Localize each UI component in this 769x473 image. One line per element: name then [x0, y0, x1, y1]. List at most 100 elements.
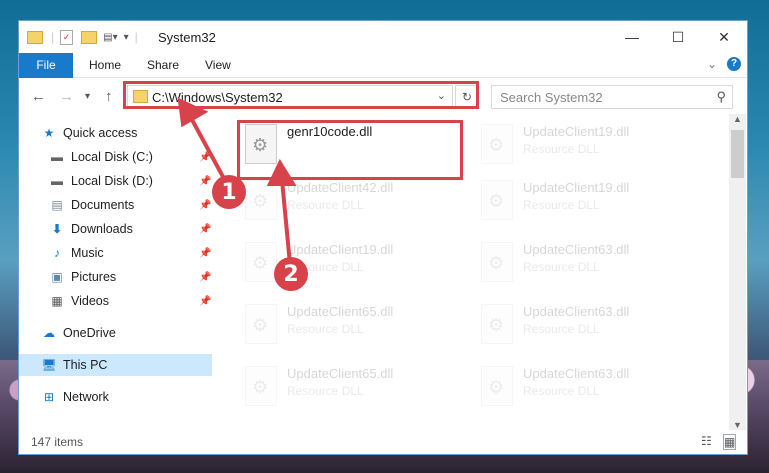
folder-icon[interactable] — [27, 30, 43, 44]
sidebar-item-music[interactable]: ♪ Music — [49, 242, 104, 264]
sidebar-item-videos[interactable]: ▦ Videos — [49, 290, 109, 312]
dll-file-icon — [481, 366, 513, 406]
sidebar-item-label: Network — [63, 390, 109, 404]
file-item[interactable]: UpdateClient19.dll Resource DLL — [239, 238, 459, 290]
file-type: Resource DLL — [523, 198, 600, 212]
pin-icon[interactable]: 📌 — [199, 296, 211, 307]
network-icon: ⊞ — [43, 390, 55, 404]
tab-view[interactable]: View — [191, 53, 245, 77]
file-item[interactable]: UpdateClient19.dll Resource DLL — [475, 176, 695, 228]
properties-icon[interactable]: ✓ — [60, 29, 74, 45]
callout-badge: 2 — [274, 257, 308, 291]
tab-share[interactable]: Share — [133, 53, 193, 77]
separator: | — [134, 30, 138, 44]
documents-icon: ▤ — [51, 198, 63, 212]
close-button[interactable]: ✕ — [701, 21, 747, 53]
file-item[interactable]: UpdateClient63.dll Resource DLL — [475, 300, 695, 352]
callout-badge: 1 — [212, 175, 246, 209]
sidebar-item-label: Videos — [71, 294, 109, 308]
computer-icon: 🖥 — [41, 358, 57, 372]
videos-icon: ▦ — [51, 294, 63, 308]
recent-locations-icon[interactable]: ▾ — [85, 91, 90, 102]
large-icons-view-icon[interactable]: ▦ — [723, 434, 737, 450]
file-type: Resource DLL — [287, 384, 364, 398]
file-item[interactable]: UpdateClient63.dll Resource DLL — [475, 362, 695, 414]
expand-ribbon-icon[interactable]: ⌄ — [707, 57, 717, 71]
search-input[interactable]: Search System32 ⚲ — [491, 85, 733, 109]
file-type: Resource DLL — [287, 198, 364, 212]
pin-icon[interactable]: 📌 — [199, 200, 211, 211]
sidebar-item-local-disk-d[interactable]: ▬ Local Disk (D:) — [49, 170, 153, 192]
sidebar-item-downloads[interactable]: ⬇ Downloads — [49, 218, 133, 240]
search-icon[interactable]: ⚲ — [716, 89, 726, 105]
ribbon: File Home Share View ⌄ ? — [19, 53, 747, 105]
item-count: 147 items — [31, 435, 84, 449]
cloud-icon: ☁ — [43, 326, 55, 340]
music-icon: ♪ — [54, 246, 60, 260]
dll-file-icon — [481, 180, 513, 220]
pin-icon[interactable]: 📌 — [199, 272, 211, 283]
file-name: UpdateClient19.dll — [287, 242, 394, 257]
file-item[interactable]: UpdateClient63.dll Resource DLL — [475, 238, 695, 290]
dll-file-icon — [481, 304, 513, 344]
file-name: UpdateClient63.dll — [523, 304, 630, 319]
file-item[interactable]: UpdateClient65.dll Resource DLL — [239, 300, 459, 352]
file-item[interactable]: UpdateClient65.dll Resource DLL — [239, 362, 459, 414]
sidebar-item-label: This PC — [63, 358, 108, 372]
file-type: Resource DLL — [523, 384, 600, 398]
pin-icon[interactable]: 📌 — [199, 248, 211, 259]
back-arrow-icon[interactable]: ← — [31, 88, 46, 105]
dll-file-icon — [245, 366, 277, 406]
sidebar-item-pictures[interactable]: ▣ Pictures — [49, 266, 116, 288]
vertical-scrollbar[interactable]: ▲ ▼ — [729, 114, 746, 430]
pin-icon[interactable]: 📌 — [199, 176, 211, 187]
file-item[interactable]: UpdateClient42.dll Resource DLL — [239, 176, 459, 228]
sidebar-item-onedrive[interactable]: ☁ OneDrive — [41, 322, 116, 344]
scroll-down-icon[interactable]: ▼ — [733, 420, 742, 430]
sidebar-item-label: Local Disk (D:) — [71, 174, 153, 188]
sidebar-item-this-pc[interactable]: 🖥 This PC — [19, 354, 212, 376]
sidebar-item-network[interactable]: ⊞ Network — [41, 386, 109, 408]
minimize-button[interactable]: — — [609, 21, 655, 53]
help-icon[interactable]: ? — [727, 57, 741, 71]
sidebar-item-documents[interactable]: ▤ Documents — [49, 194, 134, 216]
dll-file-icon — [481, 242, 513, 282]
file-name: UpdateClient19.dll — [523, 124, 630, 139]
file-type: Resource DLL — [523, 260, 600, 274]
dll-file-icon — [245, 304, 277, 344]
sidebar-item-label: OneDrive — [63, 326, 116, 340]
sidebar-item-label: Local Disk (C:) — [71, 150, 153, 164]
drive-icon: ▬ — [51, 174, 63, 188]
dll-file-icon — [245, 180, 277, 220]
file-name: UpdateClient63.dll — [523, 242, 630, 257]
new-folder-icon[interactable] — [81, 30, 98, 44]
file-highlight-box — [237, 120, 463, 180]
scrollbar-thumb[interactable] — [731, 130, 744, 178]
details-view-icon[interactable]: ☷ — [701, 434, 712, 448]
customize-toolbar-icon[interactable]: ▤▾ — [103, 32, 117, 43]
tab-home[interactable]: Home — [75, 53, 135, 77]
chevron-down-icon[interactable]: ▾ — [124, 32, 129, 43]
maximize-button[interactable]: ☐ — [655, 21, 701, 53]
file-item[interactable]: UpdateClient19.dll Resource DLL — [475, 120, 695, 172]
file-name: UpdateClient42.dll — [287, 180, 394, 195]
sidebar-item-label: Pictures — [71, 270, 117, 284]
file-type: Resource DLL — [523, 142, 600, 156]
pin-icon[interactable]: 📌 — [199, 152, 211, 163]
file-name: UpdateClient19.dll — [523, 180, 630, 195]
sidebar-item-quick-access[interactable]: ★ Quick access — [41, 122, 138, 144]
pin-icon[interactable]: 📌 — [199, 224, 211, 235]
forward-arrow-icon[interactable]: → — [59, 88, 74, 105]
address-highlight-box — [123, 81, 479, 109]
file-type: Resource DLL — [523, 322, 600, 336]
sidebar-item-local-disk-c[interactable]: ▬ Local Disk (C:) — [49, 146, 153, 168]
file-type: Resource DLL — [287, 322, 364, 336]
search-placeholder: Search System32 — [500, 90, 603, 105]
up-arrow-icon[interactable]: ↑ — [105, 88, 113, 105]
sidebar-item-label: Downloads — [71, 222, 133, 236]
scroll-up-icon[interactable]: ▲ — [733, 114, 742, 124]
file-name: UpdateClient65.dll — [287, 366, 394, 381]
file-name: UpdateClient65.dll — [287, 304, 394, 319]
pictures-icon: ▣ — [51, 270, 63, 284]
status-bar: 147 items ☷ ▦ — [19, 430, 747, 454]
